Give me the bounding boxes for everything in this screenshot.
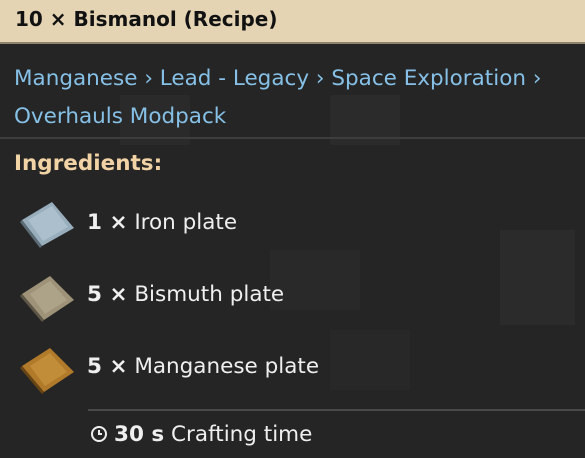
breadcrumb-item-lead-legacy[interactable]: Lead - Legacy [160, 66, 309, 91]
breadcrumb-separator: › [144, 66, 153, 91]
ingredient-label: 5 × Manganese plate [87, 354, 319, 379]
ingredient-amount: 5 × [87, 282, 128, 307]
recipe-tooltip: 10 × Bismanol (Recipe) Manganese › Lead … [0, 0, 585, 458]
recipe-title: 10 × Bismanol (Recipe) [15, 7, 278, 31]
ingredient-label: 5 × Bismuth plate [87, 282, 284, 307]
crafting-time: 30 s Crafting time [90, 422, 312, 447]
bismuth-plate-icon [20, 276, 74, 322]
ingredient-row-manganese-plate: 5 × Manganese plate [0, 340, 585, 396]
breadcrumb-separator: › [315, 66, 325, 91]
ingredient-row-iron-plate: 1 × Iron plate [0, 196, 585, 252]
manganese-plate-icon [20, 348, 74, 394]
divider [0, 137, 585, 139]
breadcrumb-item-manganese[interactable]: Manganese [14, 66, 137, 91]
ingredient-amount: 5 × [87, 354, 128, 379]
clock-icon [91, 426, 107, 442]
breadcrumb: Manganese › Lead - Legacy › Space Explor… [14, 60, 582, 136]
ingredient-label: 1 × Iron plate [87, 210, 237, 235]
ingredient-name: Manganese plate [134, 354, 320, 379]
ingredient-name: Iron plate [134, 210, 238, 235]
crafting-time-label: Crafting time [171, 422, 313, 447]
divider [88, 409, 585, 411]
ingredient-row-bismuth-plate: 5 × Bismuth plate [0, 268, 585, 324]
breadcrumb-item-space-exploration[interactable]: Space Exploration [331, 66, 526, 91]
ingredient-name: Bismuth plate [134, 282, 285, 307]
ingredient-amount: 1 × [87, 210, 128, 235]
breadcrumb-separator: › [532, 66, 542, 91]
breadcrumb-item-overhauls-modpack[interactable]: Overhauls Modpack [14, 104, 226, 129]
crafting-time-value: 30 s [114, 422, 165, 447]
iron-plate-icon [20, 202, 74, 248]
ingredients-heading: Ingredients: [14, 151, 163, 176]
title-bar: 10 × Bismanol (Recipe) [0, 0, 585, 44]
